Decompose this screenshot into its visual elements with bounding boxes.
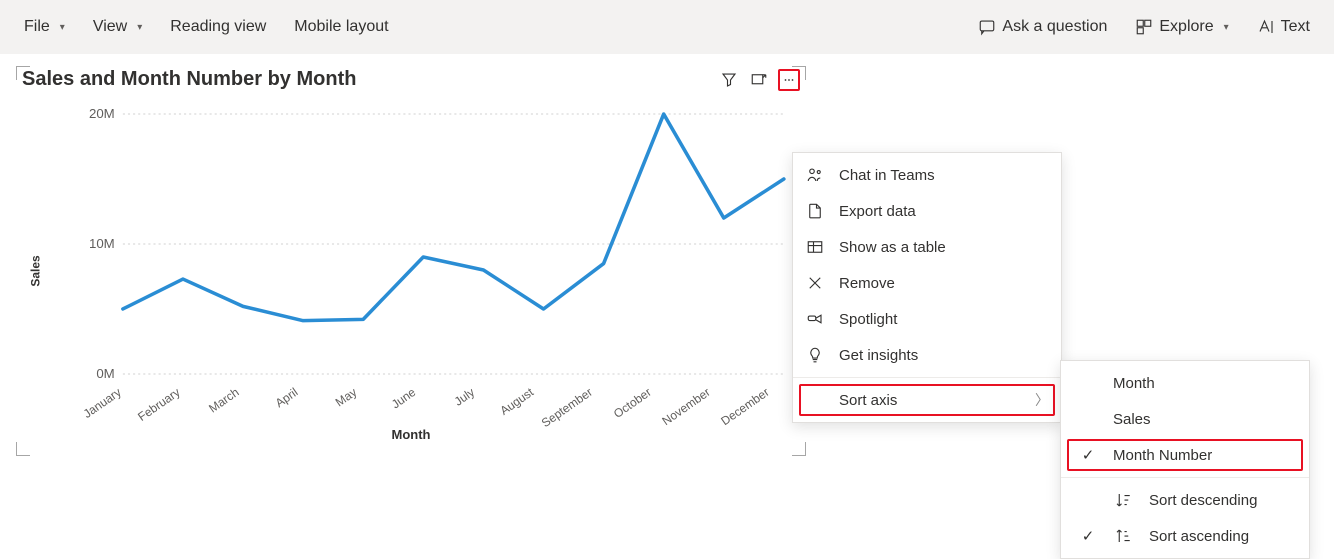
- sort-asc-icon: [1114, 527, 1132, 545]
- svg-text:September: September: [539, 385, 595, 430]
- menu-label: Sort ascending: [1149, 528, 1297, 545]
- sort-descending-item[interactable]: Sort descending: [1061, 482, 1309, 518]
- explore-button[interactable]: Explore: [1123, 12, 1240, 42]
- view-menu[interactable]: View: [81, 12, 154, 42]
- export-icon: [806, 202, 824, 220]
- text-label: Text: [1281, 18, 1310, 36]
- focus-mode-button[interactable]: [748, 69, 770, 91]
- resize-handle-br[interactable]: [792, 442, 806, 456]
- remove-item[interactable]: Remove: [793, 265, 1061, 301]
- menu-label: Show as a table: [839, 239, 1049, 256]
- menu-label: Get insights: [839, 347, 1049, 364]
- menu-label: Month: [1113, 375, 1297, 392]
- bulb-icon: [806, 346, 824, 364]
- chart-visual[interactable]: Sales and Month Number by Month Sales 0M…: [16, 66, 806, 456]
- menu-label: Remove: [839, 275, 1049, 292]
- svg-text:April: April: [273, 385, 301, 410]
- ask-label: Ask a question: [1002, 18, 1107, 36]
- svg-text:June: June: [389, 385, 419, 412]
- resize-handle-tl[interactable]: [16, 66, 30, 80]
- menu-divider: [793, 377, 1061, 378]
- svg-text:January: January: [81, 385, 124, 421]
- x-axis-label: Month: [26, 427, 796, 442]
- chat-icon: [978, 18, 996, 36]
- ask-question-button[interactable]: Ask a question: [966, 12, 1119, 42]
- reading-view-button[interactable]: Reading view: [158, 12, 278, 42]
- more-options-menu: Chat in Teams Export data Show as a tabl…: [792, 152, 1062, 423]
- menu-divider: [1061, 477, 1309, 478]
- svg-text:20M: 20M: [89, 108, 115, 121]
- resize-handle-tr[interactable]: [792, 66, 806, 80]
- sort-desc-icon: [1114, 491, 1132, 509]
- svg-text:February: February: [135, 385, 182, 424]
- filter-button[interactable]: [718, 69, 740, 91]
- top-toolbar: File View Reading view Mobile layout Ask…: [0, 0, 1334, 54]
- sort-by-month-number-item[interactable]: ✓ Month Number: [1061, 437, 1309, 473]
- svg-text:November: November: [659, 385, 712, 428]
- check-icon: ✓: [1079, 446, 1097, 464]
- svg-text:July: July: [452, 385, 478, 409]
- close-icon: [806, 274, 824, 292]
- menu-label: Chat in Teams: [839, 167, 1049, 184]
- menu-label: Sales: [1113, 411, 1297, 428]
- show-as-table-item[interactable]: Show as a table: [793, 229, 1061, 265]
- resize-handle-bl[interactable]: [16, 442, 30, 456]
- chart-title: Sales and Month Number by Month: [22, 68, 356, 91]
- export-data-item[interactable]: Export data: [793, 193, 1061, 229]
- sort-ascending-item[interactable]: ✓ Sort ascending: [1061, 518, 1309, 554]
- sort-by-month-item[interactable]: Month: [1061, 365, 1309, 401]
- menu-label: Sort descending: [1149, 492, 1297, 509]
- svg-text:August: August: [497, 385, 536, 418]
- table-icon: [806, 238, 824, 256]
- chat-in-teams-item[interactable]: Chat in Teams: [793, 157, 1061, 193]
- menu-label: Export data: [839, 203, 1049, 220]
- line-chart: 0M 10M 20M: [78, 108, 792, 380]
- chevron-right-icon: 〉: [1035, 390, 1049, 410]
- file-menu[interactable]: File: [12, 12, 77, 42]
- spotlight-item[interactable]: Spotlight: [793, 301, 1061, 337]
- svg-text:March: March: [206, 385, 241, 416]
- menu-label: Sort axis: [839, 392, 1021, 409]
- y-axis-label: Sales: [29, 255, 43, 286]
- mobile-layout-button[interactable]: Mobile layout: [282, 12, 400, 42]
- text-button[interactable]: Text: [1245, 12, 1322, 42]
- text-icon: [1257, 18, 1275, 36]
- spotlight-icon: [806, 310, 824, 328]
- sort-by-sales-item[interactable]: Sales: [1061, 401, 1309, 437]
- sort-axis-item[interactable]: Sort axis 〉: [793, 382, 1061, 418]
- chart-area: Sales 0M 10M 20M January February March April…: [26, 100, 796, 442]
- teams-icon: [806, 166, 824, 184]
- focus-icon: [750, 71, 768, 89]
- menu-label: Spotlight: [839, 311, 1049, 328]
- check-icon: ✓: [1079, 527, 1097, 545]
- explore-icon: [1135, 18, 1153, 36]
- explore-label: Explore: [1159, 18, 1213, 36]
- get-insights-item[interactable]: Get insights: [793, 337, 1061, 373]
- svg-text:December: December: [718, 385, 771, 428]
- svg-text:0M: 0M: [96, 366, 114, 380]
- svg-text:October: October: [611, 385, 654, 421]
- svg-text:May: May: [333, 385, 360, 409]
- menu-label: Month Number: [1113, 447, 1297, 464]
- svg-text:10M: 10M: [89, 236, 115, 251]
- sort-axis-submenu: Month Sales ✓ Month Number Sort descendi…: [1060, 360, 1310, 559]
- filter-icon: [720, 71, 738, 89]
